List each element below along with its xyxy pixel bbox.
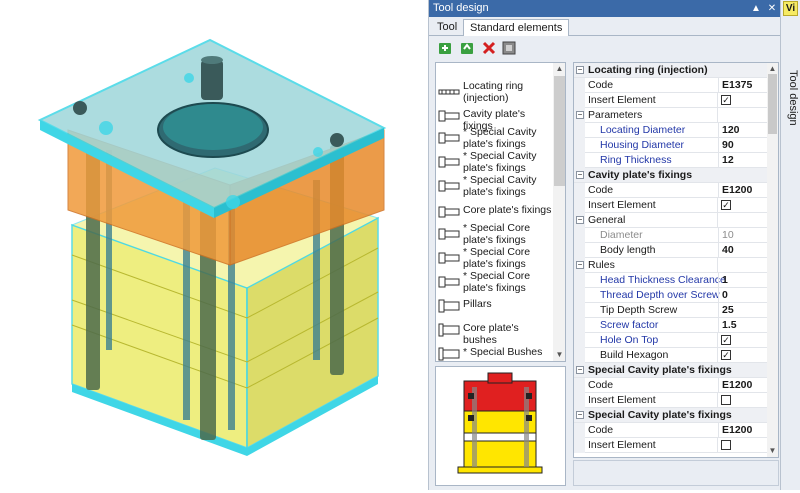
screw-icon (438, 156, 460, 168)
standard-elements-list: Locating ring (injection) Cavity plate's… (435, 62, 566, 362)
panel-titlebar: Tool design ▲ ✕ (429, 0, 781, 17)
delete-red-icon[interactable] (481, 40, 497, 56)
chevron-down-icon[interactable]: ▼ (767, 445, 778, 457)
screw-icon (438, 180, 460, 192)
insert-element-checkbox[interactable]: ✓ (721, 200, 731, 210)
screw-icon (438, 252, 460, 264)
prop-row-locating-diameter[interactable]: Locating Diameter 120 (574, 123, 767, 138)
prop-row-tip-depth[interactable]: Tip Depth Screw 25 (574, 303, 767, 318)
prop-row-insert[interactable]: Insert Element (574, 393, 767, 408)
list-scrollbar[interactable]: ▲ ▼ (553, 63, 565, 361)
collapse-icon[interactable]: − (576, 66, 584, 74)
prop-row-head-clearance[interactable]: Head Thickness Clearance 1 (574, 273, 767, 288)
prop-row-housing-diameter[interactable]: Housing Diameter 90 (574, 138, 767, 153)
model-viewport[interactable] (0, 0, 428, 490)
chevron-down-icon[interactable]: ▼ (553, 349, 565, 361)
collapse-icon[interactable]: − (576, 411, 584, 419)
prop-row-body-length[interactable]: Body length 40 (574, 243, 767, 258)
prop-row-code[interactable]: Code E1200 (574, 183, 767, 198)
grid-scrollbar-thumb[interactable] (768, 74, 777, 134)
screw-icon (438, 228, 460, 240)
tab-tool[interactable]: Tool (431, 19, 463, 36)
property-grid: − Locating ring (injection) Code E1375 I… (573, 62, 779, 458)
list-item[interactable]: Cavity plate's fixings (438, 108, 550, 131)
prop-row-code[interactable]: Code E1200 (574, 378, 767, 393)
prop-row-insert[interactable]: Insert Element ✓ (574, 198, 767, 213)
collapse-icon[interactable]: − (576, 216, 584, 224)
list-item[interactable]: * Special Bushes (438, 346, 550, 361)
refresh-green-icon[interactable] (459, 40, 475, 56)
prop-row-insert[interactable]: Insert Element (574, 438, 767, 453)
category-locating-ring[interactable]: − Locating ring (injection) (574, 63, 767, 78)
vi-badge[interactable]: Vi (783, 1, 798, 16)
list-item[interactable]: Locating ring (injection) (438, 80, 550, 105)
grid-scrollbar[interactable]: ▲ ▼ (767, 63, 778, 457)
list-item[interactable]: * Special Cavity plate's fixings (438, 150, 550, 175)
chevron-up-icon[interactable]: ▲ (553, 63, 565, 75)
prop-row-insert[interactable]: Insert Element ✓ (574, 93, 767, 108)
prop-row-build-hexagon[interactable]: Build Hexagon ✓ (574, 348, 767, 363)
tool-design-panel: Tool design ▲ ✕ Tool Standard elements L… (428, 0, 781, 490)
list-item[interactable]: * Special Core plate's fixings (438, 222, 550, 247)
prop-row-code[interactable]: Code E1375 (574, 78, 767, 93)
prop-row-screw-factor[interactable]: Screw factor 1.5 (574, 318, 767, 333)
collapse-icon[interactable]: − (576, 171, 584, 179)
collapse-icon[interactable]: − (576, 366, 584, 374)
prop-row-diameter[interactable]: Diameter 10 (574, 228, 767, 243)
add-green-icon[interactable] (437, 40, 453, 56)
list-item[interactable]: * Special Core plate's fixings (438, 270, 550, 295)
prop-row-ring-thickness[interactable]: Ring Thickness 12 (574, 153, 767, 168)
category-special-cavity-fixings[interactable]: − Special Cavity plate's fixings (574, 363, 767, 378)
screw-icon (438, 132, 460, 144)
close-icon[interactable]: ✕ (765, 0, 779, 17)
element-preview (435, 366, 566, 486)
insert-element-checkbox[interactable] (721, 440, 731, 450)
pillar-icon (438, 299, 460, 313)
ring-icon (438, 89, 460, 95)
panel-tabs: Tool Standard elements (429, 17, 781, 36)
insert-element-checkbox[interactable] (721, 395, 731, 405)
hole-on-top-checkbox[interactable]: ✓ (721, 335, 731, 345)
prop-row-code[interactable]: Code E1200 (574, 423, 767, 438)
prop-group-general[interactable]: − General (574, 213, 767, 228)
list-item[interactable]: Core plate's fixings (438, 204, 551, 219)
bush-icon (438, 347, 460, 361)
category-special-cavity-fixings[interactable]: − Special Cavity plate's fixings (574, 408, 767, 423)
screw-icon (438, 206, 460, 218)
tab-standard-elements[interactable]: Standard elements (463, 19, 570, 36)
mold-3d-model (37, 38, 387, 456)
prop-row-thread-depth[interactable]: Thread Depth over Screw 0 (574, 288, 767, 303)
list-scrollbar-thumb[interactable] (554, 76, 565, 186)
side-tab-tool-design[interactable]: Tool design (783, 70, 799, 130)
screw-icon (438, 276, 460, 288)
bush-icon (438, 323, 460, 337)
list-item[interactable]: * Special Core plate's fixings (438, 246, 550, 271)
property-description (573, 460, 779, 486)
pin-icon[interactable]: ▲ (749, 0, 763, 17)
mold-preview-image (457, 372, 543, 474)
collapse-icon[interactable]: − (576, 261, 584, 269)
category-cavity-fixings[interactable]: − Cavity plate's fixings (574, 168, 767, 183)
list-item[interactable]: * Special Cavity plate's fixings (438, 126, 550, 151)
insert-element-checkbox[interactable]: ✓ (721, 95, 731, 105)
list-item[interactable]: Pillars (438, 298, 550, 313)
list-item[interactable]: * Special Cavity plate's fixings (438, 174, 550, 199)
prop-group-parameters[interactable]: − Parameters (574, 108, 767, 123)
build-hexagon-checkbox[interactable]: ✓ (721, 350, 731, 360)
panel-title: Tool design (433, 2, 489, 14)
side-dock: Vi Tool design (780, 0, 800, 490)
prop-group-rules[interactable]: − Rules (574, 258, 767, 273)
prop-row-hole-on-top[interactable]: Hole On Top ✓ (574, 333, 767, 348)
screw-icon (438, 110, 460, 122)
collapse-icon[interactable]: − (576, 111, 584, 119)
component-grey-icon[interactable] (501, 40, 517, 56)
list-item[interactable]: Core plate's bushes (438, 322, 550, 345)
